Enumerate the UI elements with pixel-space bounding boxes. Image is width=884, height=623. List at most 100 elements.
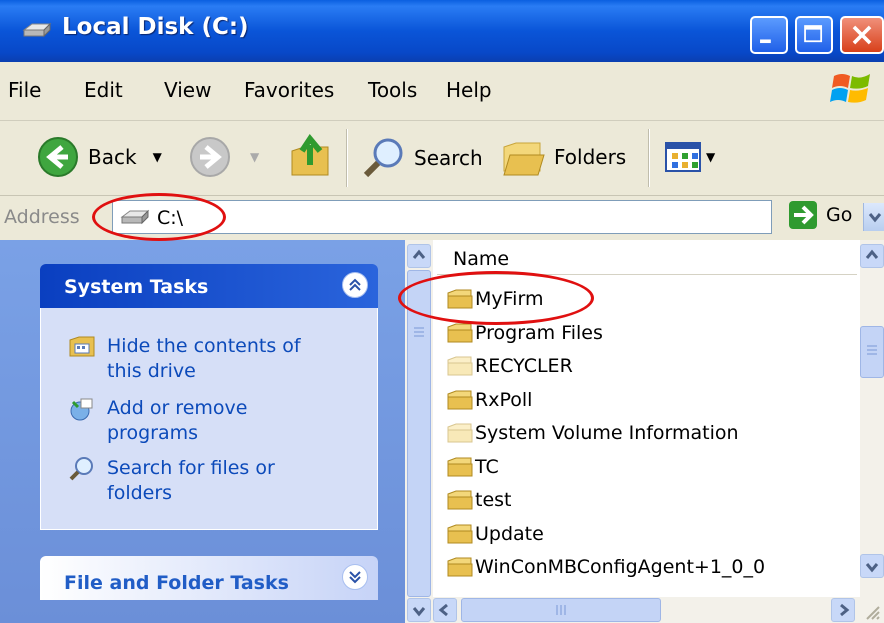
menu-bar: File Edit View Favorites Tools Help xyxy=(0,62,884,121)
file-folder-tasks-title: File and Folder Tasks xyxy=(64,572,289,594)
collapse-button[interactable] xyxy=(342,272,368,298)
scroll-thumb[interactable] xyxy=(860,326,884,378)
column-header-name[interactable]: Name xyxy=(437,240,857,275)
search-label: Search xyxy=(414,146,483,170)
views-icon xyxy=(665,142,701,172)
windows-logo-icon xyxy=(830,74,870,103)
chevron-up-double-icon xyxy=(349,278,361,291)
close-button[interactable] xyxy=(840,16,884,54)
up-folder-button[interactable] xyxy=(288,131,332,181)
toolbar: Back ▼ ▼ Search Folders ▼ xyxy=(0,121,884,196)
hide-drive-icon xyxy=(69,336,95,357)
add-remove-icon xyxy=(70,398,93,421)
chevron-up-icon xyxy=(865,249,879,259)
system-tasks-body: Hide the contents of this drive Add or r… xyxy=(40,308,378,530)
folder-icon xyxy=(447,323,473,342)
task-label: Search for files or folders xyxy=(107,457,275,504)
resize-grip-icon[interactable] xyxy=(863,603,881,621)
folder-icon xyxy=(447,524,473,543)
scroll-down-button[interactable] xyxy=(860,554,884,578)
folders-icon xyxy=(503,142,545,176)
file-name: Update xyxy=(475,522,544,545)
system-tasks-title: System Tasks xyxy=(64,276,209,298)
task-hide-drive[interactable]: Hide the contents of this drive xyxy=(69,334,337,384)
maximize-button[interactable] xyxy=(795,16,833,54)
back-arrow-icon xyxy=(38,137,78,177)
scroll-thumb[interactable] xyxy=(407,270,431,597)
forward-dropdown-icon: ▼ xyxy=(250,150,260,164)
file-name: RxPoll xyxy=(475,388,533,411)
system-tasks-header[interactable]: System Tasks xyxy=(40,264,378,308)
right-scrollbar[interactable] xyxy=(860,240,884,597)
file-row[interactable]: RxPoll xyxy=(447,385,532,415)
menu-edit[interactable]: Edit xyxy=(84,78,123,102)
annotation-oval-myfirm xyxy=(398,271,594,325)
forward-arrow-icon xyxy=(190,137,230,177)
folder-icon xyxy=(447,423,473,443)
scroll-left-button[interactable] xyxy=(433,598,457,622)
menu-help[interactable]: Help xyxy=(446,78,492,102)
menu-tools[interactable]: Tools xyxy=(368,78,417,102)
search-icon xyxy=(69,457,93,481)
folder-icon xyxy=(447,457,473,476)
search-button[interactable]: Search xyxy=(360,135,483,181)
file-row[interactable]: test xyxy=(447,485,512,515)
folders-button[interactable]: Folders xyxy=(500,135,626,179)
folder-icon xyxy=(447,557,473,577)
back-dropdown-icon[interactable]: ▼ xyxy=(153,150,162,164)
menu-file[interactable]: File xyxy=(8,78,41,102)
file-row[interactable]: System Volume Information xyxy=(447,418,739,448)
back-button[interactable]: Back ▼ xyxy=(36,135,162,179)
grip-icon xyxy=(414,327,424,337)
file-row[interactable]: WinConMBConfigAgent+1_0_0 xyxy=(447,552,765,582)
annotation-oval-address xyxy=(92,193,226,241)
drive-icon xyxy=(22,22,52,38)
window-title: Local Disk (C:) xyxy=(62,14,249,40)
forward-button[interactable]: ▼ xyxy=(188,135,259,179)
grip-icon xyxy=(867,345,877,355)
search-icon xyxy=(363,138,403,178)
go-button[interactable]: Go xyxy=(788,200,852,230)
file-folder-tasks-header[interactable]: File and Folder Tasks xyxy=(40,556,378,600)
chevron-down-icon xyxy=(868,213,882,223)
task-pane: System Tasks Hide the contents of this d… xyxy=(0,240,405,623)
folder-icon xyxy=(447,490,473,510)
h-scroll-thumb[interactable] xyxy=(461,598,661,622)
file-name: WinConMBConfigAgent+1_0_0 xyxy=(475,556,766,578)
minimize-button[interactable] xyxy=(750,16,788,54)
file-row[interactable]: RECYCLER xyxy=(447,351,573,381)
horizontal-scrollbar[interactable] xyxy=(405,597,884,623)
menu-favorites[interactable]: Favorites xyxy=(244,78,334,102)
scroll-up-button[interactable] xyxy=(860,244,884,268)
chevron-down-icon xyxy=(412,607,426,617)
chevron-down-double-icon xyxy=(349,571,361,584)
close-icon xyxy=(852,25,872,45)
toolbar-separator xyxy=(346,129,348,187)
file-name: RECYCLER xyxy=(475,355,573,377)
chevron-right-icon xyxy=(840,603,850,617)
views-button[interactable]: ▼ xyxy=(664,139,715,175)
task-add-remove[interactable]: Add or remove programs xyxy=(69,396,337,446)
folder-icon xyxy=(447,356,473,376)
go-label: Go xyxy=(826,204,853,226)
task-search[interactable]: Search for files or folders xyxy=(69,456,337,506)
explorer-window: Local Disk (C:) File Edit View Favorites… xyxy=(0,0,884,623)
file-name: test xyxy=(475,489,512,511)
scroll-right-button[interactable] xyxy=(831,598,855,622)
minimize-icon xyxy=(760,39,771,44)
file-row[interactable]: Update xyxy=(447,519,544,549)
address-dropdown-button[interactable] xyxy=(863,203,884,231)
file-name: TC xyxy=(475,455,499,478)
grip-icon xyxy=(556,605,566,615)
folders-label: Folders xyxy=(554,145,627,169)
scroll-down-button[interactable] xyxy=(407,598,431,622)
title-bar[interactable]: Local Disk (C:) xyxy=(0,0,884,62)
views-dropdown-icon[interactable]: ▼ xyxy=(706,150,715,164)
task-label: Add or remove programs xyxy=(107,397,248,444)
scroll-up-button[interactable] xyxy=(407,244,431,268)
menu-view[interactable]: View xyxy=(164,78,211,102)
file-row[interactable]: TC xyxy=(447,452,499,482)
expand-button[interactable] xyxy=(342,564,368,590)
chevron-up-icon xyxy=(412,249,426,259)
address-label: Address xyxy=(4,206,80,228)
